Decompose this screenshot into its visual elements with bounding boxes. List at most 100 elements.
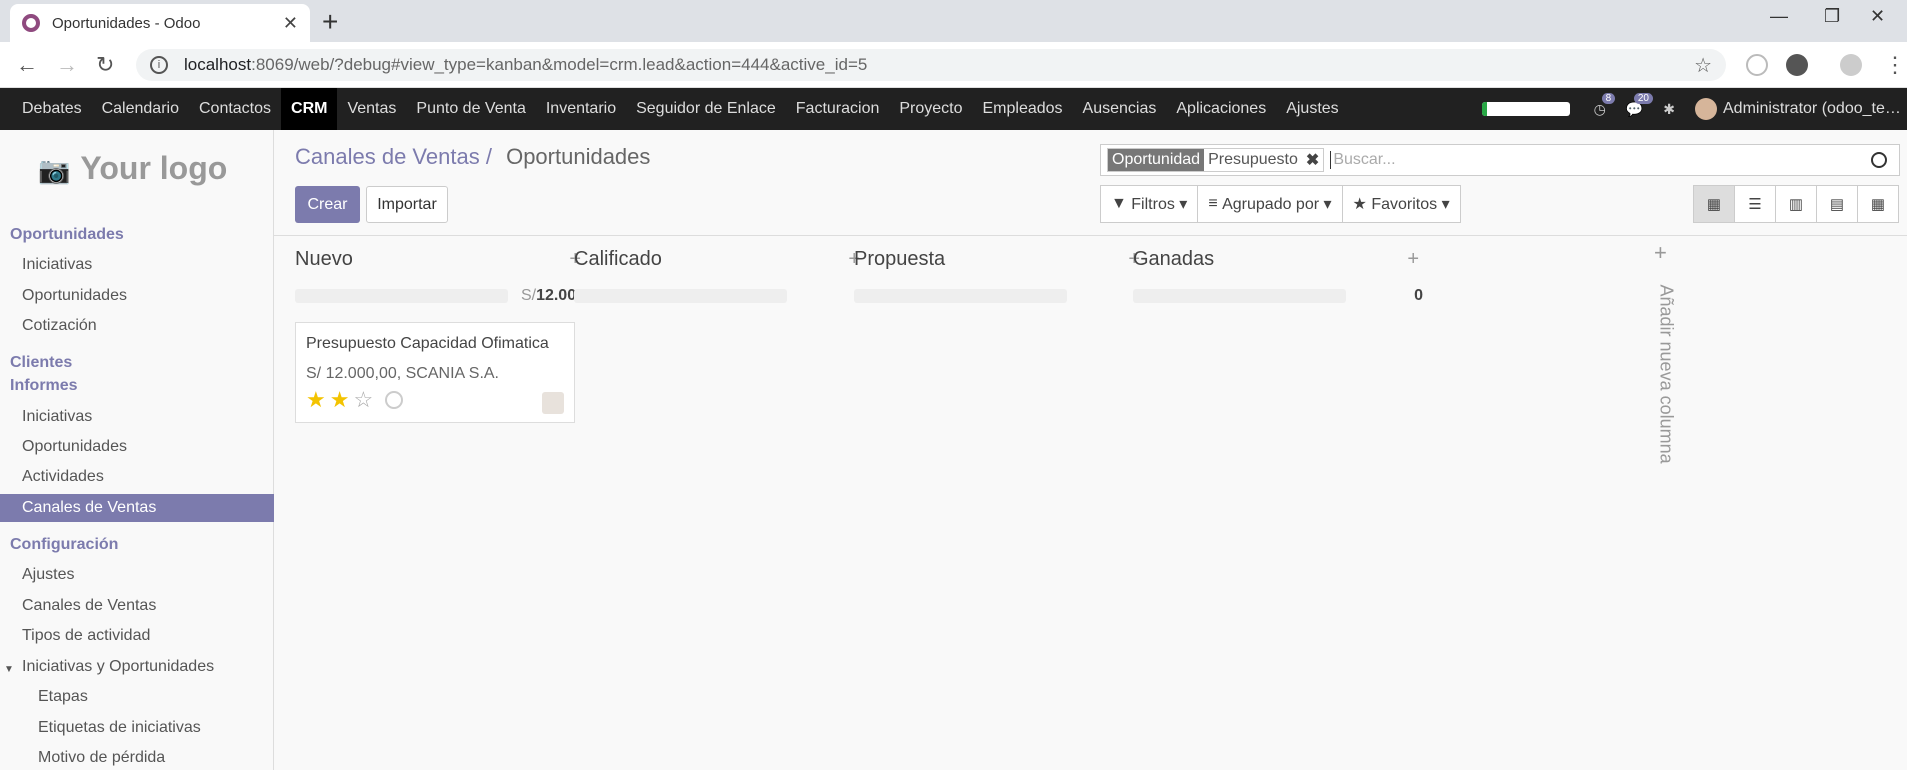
sidebar-item-cotizacion[interactable]: Cotización [22,317,97,335]
info-icon[interactable]: i [150,56,168,74]
sidebar-item-actividades[interactable]: Actividades [22,468,104,486]
url-input[interactable]: i localhost:8069/web/?debug#view_type=ka… [136,49,1726,81]
user-name: Administrator (odoo_te… [1723,100,1901,117]
sidebar-item-oportunidades[interactable]: Oportunidades [22,287,127,305]
close-tab-icon[interactable]: ✕ [283,13,298,34]
extension-icon[interactable] [1746,54,1768,76]
section-configuracion[interactable]: Configuración [10,536,118,554]
remove-facet-icon[interactable]: ✖ [1302,150,1323,170]
sidebar-item-motivo[interactable]: Motivo de pérdida [38,749,165,767]
logo-text: Your logo [80,150,228,186]
sidebar-item-tipos[interactable]: Tipos de actividad [22,627,150,645]
progress-bar [1481,102,1570,116]
menu-item-ausencias[interactable]: Ausencias [1073,88,1167,130]
salesperson-avatar [542,392,564,414]
menu-kebab-icon[interactable]: ⋮ [1884,52,1906,78]
view-switcher: ▦ ☰ ▥ ▤ ▦ [1693,185,1899,223]
column-title[interactable]: Calificado [574,248,662,271]
menu-item-inventario[interactable]: Inventario [536,88,626,130]
activity-clock-icon[interactable] [385,391,404,409]
filters-label: Filtros ▾ [1131,196,1188,213]
menu-item-proyecto[interactable]: Proyecto [889,88,972,130]
menu-item-contactos[interactable]: Contactos [189,88,281,130]
column-currency: S/ [520,287,537,304]
list-view-icon[interactable]: ☰ [1734,185,1776,223]
menu-item-ajustes[interactable]: Ajustes [1276,88,1348,130]
new-tab-button[interactable]: + [322,6,338,38]
favorites-dropdown[interactable]: ★ Favoritos ▾ [1343,186,1460,222]
sidebar-item-cfg-canales[interactable]: Canales de Ventas [22,597,156,615]
quick-create-plus-icon[interactable]: + [1407,248,1419,271]
facet-value: Presupuesto [1208,151,1298,168]
profile-icon[interactable] [1840,54,1862,76]
menu-item-aplicaciones[interactable]: Aplicaciones [1166,88,1276,130]
sidebar-item-ini-opo[interactable]: Iniciativas y Oportunidades [22,658,214,676]
sidebar-item-iniciativas[interactable]: Iniciativas [22,256,92,274]
groupby-dropdown[interactable]: ≡ Agrupado por ▾ [1198,186,1343,222]
camera-icon: 📷 [38,155,71,185]
sidebar-item-ajustes[interactable]: Ajustes [22,566,74,584]
sidebar: 📷 Your logo Oportunidades Iniciativas Opo… [0,130,274,770]
activity-badge: 8 [1601,92,1616,104]
company-logo[interactable]: 📷 Your logo [38,150,227,187]
filters-dropdown[interactable]: ▼ Filtros ▾ [1101,186,1199,222]
tab-title: Oportunidades - Odoo [52,14,201,32]
column-title[interactable]: Propuesta [854,248,945,271]
sidebar-item-etapas[interactable]: Etapas [38,688,88,706]
create-button[interactable]: Crear [295,186,360,223]
bookmark-star-icon[interactable]: ☆ [1694,53,1712,78]
search-icon[interactable] [1871,152,1887,168]
url-path: :8069/web/?debug#view_type=kanban&model=… [251,55,868,74]
column-title[interactable]: Nuevo [295,248,353,271]
extension-icon-2[interactable] [1786,54,1808,76]
sidebar-item-canales-active[interactable]: Canales de Ventas [0,494,274,522]
minimize-icon[interactable]: — [1770,6,1788,27]
close-window-icon[interactable]: ✕ [1870,6,1885,27]
kanban-view-icon[interactable]: ▦ [1693,185,1735,223]
menu-item-empleados[interactable]: Empleados [973,88,1073,130]
search-input[interactable]: Buscar... [1330,151,1871,169]
list-icon: ≡ [1208,195,1223,212]
browser-tab[interactable]: Oportunidades - Odoo ✕ [10,4,310,42]
priority-star-icon[interactable]: ★ [330,387,350,413]
calendar-view-icon[interactable]: ▤ [1816,185,1858,223]
messages-icon[interactable]: 💬 20 [1626,92,1653,118]
priority-star-icon[interactable]: ★ [306,387,326,413]
search-facet: Oportunidad Presupuesto ✖ [1107,148,1325,172]
menu-item-punto-de-venta[interactable]: Punto de Venta [406,88,535,130]
menu-item-debates[interactable]: Debates [12,88,92,130]
menu-item-calendario[interactable]: Calendario [92,88,189,130]
sidebar-item-etiquetas[interactable]: Etiquetas de iniciativas [38,719,201,737]
section-informes[interactable]: Informes [10,377,78,395]
kanban-card[interactable]: Presupuesto Capacidad Ofimatica S/ 12.00… [295,322,575,423]
breadcrumb-link[interactable]: Canales de Ventas [295,144,480,169]
back-icon[interactable]: ← [16,52,38,78]
menu-item-crm[interactable]: CRM [281,88,338,130]
menu-item-seguidor-de-enlace[interactable]: Seguidor de Enlace [626,88,786,130]
menu-item-ventas[interactable]: Ventas [337,88,406,130]
activity-icon[interactable]: ◷ 8 [1594,92,1616,118]
search-bar[interactable]: Oportunidad Presupuesto ✖ Buscar... [1100,144,1900,176]
priority-star-icon[interactable]: ☆ [353,387,373,413]
card-subtitle: S/ 12.000,00, SCANIA S.A. [306,365,499,382]
main-content: Canales de Ventas / Oportunidades Crear … [274,130,1907,770]
caret-down-icon[interactable]: ▼ [4,664,14,675]
section-clientes[interactable]: Clientes [10,354,72,372]
pivot-view-icon[interactable]: ▦ [1857,185,1899,223]
messages-badge: 20 [1633,92,1653,104]
debug-bug-icon[interactable]: ✱ [1663,101,1675,118]
add-column[interactable]: + Añadir nueva columna [1646,240,1686,480]
sidebar-item-informes-iniciativas[interactable]: Iniciativas [22,408,92,426]
sidebar-item-informes-oportunidades[interactable]: Oportunidades [22,438,127,456]
maximize-icon[interactable]: ❐ [1824,6,1840,27]
forward-icon[interactable]: → [56,52,78,78]
priority-stars: ★ ★ ☆ [306,387,564,413]
add-column-plus-icon[interactable]: + [1654,240,1667,266]
user-menu[interactable]: Administrator (odoo_te… [1695,98,1907,120]
column-title[interactable]: Ganadas [1133,248,1214,271]
reload-icon[interactable]: ↻ [96,52,114,78]
graph-view-icon[interactable]: ▥ [1775,185,1817,223]
menu-item-facturacion[interactable]: Facturacion [786,88,890,130]
import-button[interactable]: Importar [366,186,448,223]
section-oportunidades[interactable]: Oportunidades [10,226,124,244]
